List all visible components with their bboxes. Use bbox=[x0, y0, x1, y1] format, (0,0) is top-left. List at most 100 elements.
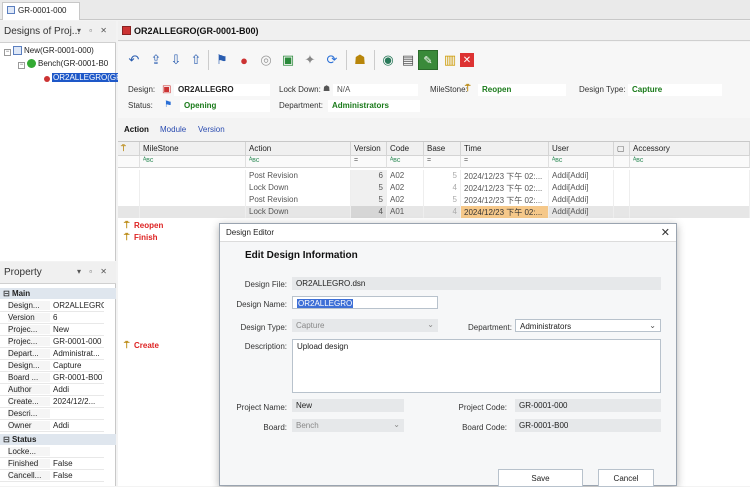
print-icon[interactable]: ▤ bbox=[398, 50, 418, 70]
user-lock-icon[interactable]: ☗ bbox=[350, 50, 370, 70]
department-select[interactable]: Administrators ⌄ bbox=[515, 319, 661, 332]
filter-cell[interactable]: = bbox=[351, 156, 387, 168]
property-value: False bbox=[53, 471, 73, 480]
tab-action[interactable]: Action bbox=[124, 125, 149, 134]
department-value: Administrators bbox=[520, 322, 572, 331]
property-row[interactable]: Locke... bbox=[0, 446, 104, 458]
property-group-status[interactable]: ⊟ Status bbox=[0, 434, 116, 445]
property-group-main[interactable]: ⊟ Main bbox=[0, 288, 116, 299]
tab-module[interactable]: Module bbox=[160, 125, 186, 134]
lock-icon[interactable]: ● bbox=[234, 50, 254, 70]
property-group-label: Status bbox=[11, 435, 37, 444]
table-cell bbox=[140, 170, 246, 182]
sync-icon[interactable]: ⟳ bbox=[322, 50, 342, 70]
panel-pin-close-icons[interactable]: ▾ ▫ ✕ bbox=[77, 26, 110, 35]
table-cell: A02 bbox=[387, 182, 424, 194]
design-name-input[interactable]: OR2ALLEGRO bbox=[292, 296, 438, 309]
close-icon[interactable]: ✕ bbox=[661, 226, 670, 239]
tree-node-label: Bench(GR-0001-B0 bbox=[38, 59, 109, 68]
property-row[interactable]: Design... Capture bbox=[0, 360, 104, 372]
column-header-code[interactable]: Code bbox=[387, 142, 424, 156]
column-header-base[interactable]: Base bbox=[424, 142, 461, 156]
tree-node-project[interactable]: − New(GR-0001-000) bbox=[4, 46, 94, 56]
column-header-user[interactable]: User bbox=[549, 142, 614, 156]
property-key: Locke... bbox=[8, 447, 50, 456]
column-header-action[interactable]: Action bbox=[246, 142, 351, 156]
property-row[interactable]: Board ... GR-0001-B00 bbox=[0, 372, 104, 384]
milestone-flag-icon[interactable]: ⚑ bbox=[212, 50, 232, 70]
design-type-select[interactable]: Capture ⌄ bbox=[292, 319, 438, 332]
attachment-col-icon[interactable]: ▢ bbox=[614, 142, 630, 156]
settings-icon[interactable]: ✦ bbox=[300, 50, 320, 70]
property-row[interactable]: Depart... Administrat... bbox=[0, 348, 104, 360]
filter-cell[interactable]: ᴬʙᴄ bbox=[140, 156, 246, 168]
collapse-icon[interactable]: − bbox=[18, 62, 25, 69]
table-cell: Addi[Addi] bbox=[549, 170, 614, 182]
property-row[interactable]: Author Addi bbox=[0, 384, 104, 396]
property-row[interactable]: Projec... GR-0001-000 bbox=[0, 336, 104, 348]
panel-pin-close-icons[interactable]: ▾ ▫ ✕ bbox=[77, 267, 110, 276]
edit-design-icon[interactable]: ✎ bbox=[418, 50, 438, 70]
property-row[interactable]: Owner Addi bbox=[0, 420, 104, 432]
property-value: Administrat... bbox=[53, 349, 100, 358]
refresh-disabled-icon[interactable]: ◎ bbox=[256, 50, 276, 70]
filter-cell[interactable]: ᴬʙᴄ bbox=[630, 156, 750, 168]
filter-cell[interactable]: ᴬʙᴄ bbox=[549, 156, 614, 168]
description-textarea[interactable]: Upload design bbox=[292, 339, 661, 393]
collapse-icon[interactable]: − bbox=[4, 49, 11, 56]
design-value: OR2ALLEGRO bbox=[174, 84, 270, 96]
milestone-col-icon[interactable]: ⍑ bbox=[118, 142, 140, 156]
property-key: Design... bbox=[8, 301, 50, 310]
table-cell bbox=[140, 182, 246, 194]
document-tab-label: GR-0001-000 bbox=[18, 6, 67, 15]
filter-cell[interactable]: = bbox=[461, 156, 549, 168]
collapse-icon: ⊟ bbox=[3, 289, 10, 298]
undo-icon[interactable]: ↶ bbox=[124, 50, 144, 70]
globe-icon[interactable]: ◉ bbox=[378, 50, 398, 70]
column-header-time[interactable]: Time bbox=[461, 142, 549, 156]
milestone-finish[interactable]: ⍑ Finish bbox=[124, 232, 158, 242]
document-tab[interactable]: GR-0001-000 bbox=[2, 2, 80, 20]
notes-icon[interactable]: ▥ bbox=[440, 50, 460, 70]
dialog-heading: Edit Design Information bbox=[245, 250, 358, 261]
tab-version[interactable]: Version bbox=[198, 125, 225, 134]
property-value: GR-0001-000 bbox=[53, 337, 102, 346]
toolbar-separator bbox=[374, 50, 375, 70]
milestone-reopen[interactable]: ⍑ Reopen bbox=[124, 220, 163, 230]
checkin-icon[interactable]: ⇩ bbox=[166, 50, 186, 70]
save-button[interactable]: Save bbox=[498, 469, 583, 487]
property-row[interactable]: Finished False bbox=[0, 458, 104, 470]
dialog-title: Design Editor bbox=[226, 228, 275, 237]
board-select[interactable]: Bench ⌄ bbox=[292, 419, 404, 432]
milestone-create[interactable]: ⍑ Create bbox=[124, 340, 159, 350]
property-row[interactable]: Cancell... False bbox=[0, 470, 104, 482]
property-key: Author bbox=[8, 385, 50, 394]
property-row[interactable]: Create... 2024/12/2... bbox=[0, 396, 104, 408]
table-cell bbox=[630, 206, 750, 218]
export-icon[interactable]: ⇧ bbox=[186, 50, 206, 70]
filter-cell[interactable]: ᴬʙᴄ bbox=[387, 156, 424, 168]
design-type-value: Capture bbox=[296, 321, 325, 330]
table-cell: Post Revision bbox=[246, 170, 351, 182]
column-header-accessory[interactable]: Accessory bbox=[630, 142, 750, 156]
filter-cell[interactable]: = bbox=[424, 156, 461, 168]
property-panel: Property ▾ ▫ ✕ ⊟ Main Design... OR2ALLEGR… bbox=[0, 262, 116, 486]
cancel-button[interactable]: Cancel bbox=[598, 469, 654, 487]
column-header-version[interactable]: Version bbox=[351, 142, 387, 156]
compare-icon[interactable]: ▣ bbox=[278, 50, 298, 70]
property-row[interactable]: Descri... bbox=[0, 408, 104, 420]
property-row[interactable]: Design... OR2ALLEGRO bbox=[0, 300, 104, 312]
filter-cell[interactable]: ᴬʙᴄ bbox=[246, 156, 351, 168]
property-value: 6 bbox=[53, 313, 58, 322]
property-row[interactable]: Projec... New bbox=[0, 324, 104, 336]
property-row[interactable]: Version 6 bbox=[0, 312, 104, 324]
column-header-milestone[interactable]: MileStone bbox=[140, 142, 246, 156]
design-file-field: OR2ALLEGRO.dsn bbox=[292, 277, 661, 290]
toolbar-separator bbox=[208, 50, 209, 70]
filter-cell[interactable] bbox=[118, 156, 140, 168]
delete-icon[interactable]: ✕ bbox=[460, 53, 474, 67]
property-key: Owner bbox=[8, 421, 50, 430]
filter-cell[interactable] bbox=[614, 156, 630, 168]
tree-node-board[interactable]: − Bench(GR-0001-B0 bbox=[18, 59, 108, 69]
upload-icon[interactable]: ⇪ bbox=[146, 50, 166, 70]
